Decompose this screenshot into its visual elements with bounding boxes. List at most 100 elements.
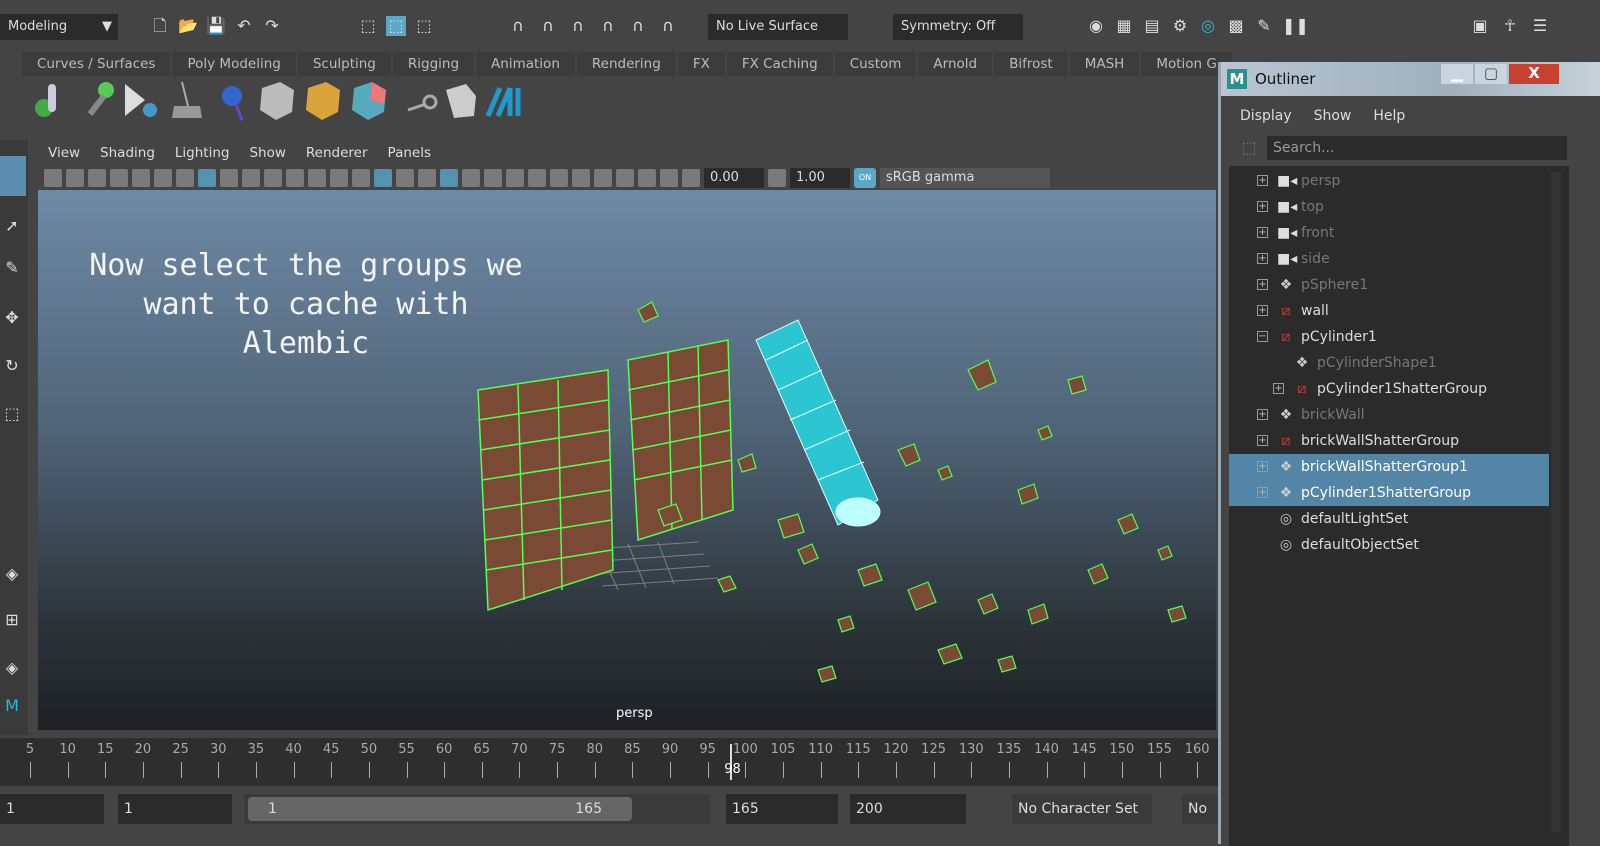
select-tool-icon[interactable] bbox=[0, 156, 26, 196]
wireframe-icon[interactable] bbox=[352, 169, 370, 187]
textured-icon[interactable] bbox=[440, 169, 458, 187]
exposure-field[interactable]: 0.00 bbox=[704, 168, 764, 188]
outliner-item[interactable]: + ❖ brickWall bbox=[1229, 402, 1549, 428]
character-set-dropdown[interactable]: No Character Set bbox=[1012, 794, 1152, 824]
shelf-tab[interactable]: Animation bbox=[476, 52, 575, 76]
gate-mask-icon[interactable] bbox=[264, 169, 282, 187]
snap-surface-icon[interactable]: ∩ bbox=[628, 16, 648, 36]
expand-icon[interactable]: + bbox=[1257, 461, 1268, 472]
open-scene-icon[interactable]: 📂 bbox=[178, 16, 198, 36]
outliner-item[interactable]: ◎ defaultLightSet bbox=[1229, 506, 1549, 532]
symmetry-dropdown[interactable]: Symmetry: Off bbox=[893, 14, 1023, 40]
select-component-icon[interactable]: ⬚ bbox=[414, 16, 434, 36]
viewport-persp[interactable]: Now select the groups we want to cache w… bbox=[38, 190, 1216, 730]
expand-icon[interactable]: + bbox=[1257, 201, 1268, 212]
key-icon[interactable] bbox=[407, 94, 438, 112]
new-scene-icon[interactable]: 🗋 bbox=[150, 16, 170, 36]
snap-view-icon[interactable]: ∩ bbox=[598, 16, 618, 36]
outliner-item[interactable]: ◎ defaultObjectSet bbox=[1229, 532, 1549, 558]
shelf-tab[interactable]: Sculpting bbox=[297, 52, 391, 76]
depth-of-field-icon[interactable] bbox=[572, 169, 590, 187]
character-controls-icon[interactable]: ☥ bbox=[1500, 16, 1520, 36]
expand-icon[interactable]: + bbox=[1257, 409, 1268, 420]
expand-icon[interactable]: + bbox=[1257, 435, 1268, 446]
filter-icon[interactable]: ⬚ bbox=[1239, 138, 1259, 158]
save-scene-icon[interactable]: 💾 bbox=[206, 16, 226, 36]
snap-edge-icon[interactable]: ∩ bbox=[658, 16, 678, 36]
shadows-icon[interactable] bbox=[484, 169, 502, 187]
expand-icon[interactable]: + bbox=[1257, 279, 1268, 290]
playback-start-field[interactable]: 1 bbox=[118, 794, 232, 824]
shelf-tab[interactable]: Custom bbox=[834, 52, 917, 76]
maximize-button[interactable]: ▢ bbox=[1475, 64, 1507, 84]
modeling-toolkit-icon[interactable]: ▣ bbox=[1470, 16, 1490, 36]
select-hierarchy-icon[interactable]: ⬚ bbox=[358, 16, 378, 36]
expand-icon[interactable]: + bbox=[1257, 253, 1268, 264]
close-button[interactable]: X bbox=[1509, 64, 1559, 84]
light-editor-icon[interactable]: ✎ bbox=[1254, 16, 1274, 36]
shelf-tab[interactable]: Poly Modeling bbox=[172, 52, 296, 76]
camera-icon[interactable] bbox=[44, 169, 62, 187]
color-space-dropdown[interactable]: sRGB gamma bbox=[880, 168, 1050, 188]
gamma-icon[interactable] bbox=[768, 169, 786, 187]
outliner-item[interactable]: − ⧄ pCylinder1 bbox=[1229, 324, 1549, 350]
spiky-ball-icon[interactable] bbox=[222, 86, 244, 121]
default-material-icon[interactable] bbox=[396, 169, 414, 187]
ipr-render-icon[interactable]: ▤ bbox=[1142, 16, 1162, 36]
color-management-toggle[interactable]: ON bbox=[854, 168, 876, 188]
render-view-icon[interactable]: ◉ bbox=[1086, 16, 1106, 36]
snap-point-icon[interactable]: ∩ bbox=[568, 16, 588, 36]
grid-icon[interactable] bbox=[198, 169, 216, 187]
menu-shading[interactable]: Shading bbox=[90, 140, 165, 166]
range-slider[interactable]: 1 165 bbox=[244, 794, 710, 824]
isolate-select-icon[interactable] bbox=[616, 169, 634, 187]
collapse-icon[interactable]: − bbox=[1257, 331, 1268, 342]
outliner-item[interactable]: ❖ pCylinderShape1 bbox=[1229, 350, 1549, 376]
outliner-search-input[interactable]: Search... bbox=[1267, 136, 1567, 160]
expand-icon[interactable]: + bbox=[1257, 227, 1268, 238]
shelf-tab[interactable]: FX Caching bbox=[726, 52, 833, 76]
expand-icon[interactable]: + bbox=[1257, 487, 1268, 498]
select-object-icon[interactable]: ⬚ bbox=[386, 16, 406, 36]
bookmark-icon[interactable] bbox=[110, 169, 128, 187]
shelf-tab[interactable]: Rendering bbox=[576, 52, 676, 76]
outliner-item[interactable]: + ⧄ pCylinder1ShatterGroup bbox=[1229, 376, 1549, 402]
outliner-item[interactable]: + ❖ pCylinder1ShatterGroup bbox=[1229, 480, 1549, 506]
time-slider[interactable]: 5 10 15 20 25 30 35 40 45 50 55 60 65 70 75 80 85 90 95 100… bbox=[0, 738, 1218, 786]
shelf-tab[interactable]: FX bbox=[677, 52, 725, 76]
lock-camera-icon[interactable] bbox=[66, 169, 84, 187]
rigid-body-icon[interactable] bbox=[87, 82, 114, 116]
layout-outliner-icon[interactable]: ◈ bbox=[2, 658, 22, 678]
undo-icon[interactable]: ↶ bbox=[234, 16, 254, 36]
menu-lighting[interactable]: Lighting bbox=[165, 140, 240, 166]
xray-icon[interactable] bbox=[638, 169, 656, 187]
layout-four-icon[interactable]: ⊞ bbox=[2, 610, 22, 630]
2d-pan-zoom-icon[interactable] bbox=[154, 169, 172, 187]
use-all-lights-icon[interactable] bbox=[462, 169, 480, 187]
range-slider-handle[interactable]: 1 165 bbox=[248, 797, 632, 821]
safe-action-icon[interactable] bbox=[308, 169, 326, 187]
attribute-editor-icon[interactable]: ☰ bbox=[1530, 16, 1550, 36]
minimize-button[interactable]: ▁ bbox=[1441, 64, 1473, 84]
anti-aliasing-icon[interactable] bbox=[550, 169, 568, 187]
mash-icon[interactable] bbox=[485, 87, 521, 117]
snap-curve-icon[interactable]: ∩ bbox=[538, 16, 558, 36]
outliner-item[interactable]: + ❖ brickWallShatterGroup1 bbox=[1229, 454, 1549, 480]
outliner-item[interactable]: + ⧄ brickWallShatterGroup bbox=[1229, 428, 1549, 454]
shelf-tab[interactable]: MASH bbox=[1069, 52, 1140, 76]
shelf-tab[interactable]: Rigging bbox=[392, 52, 475, 76]
menu-show[interactable]: Show bbox=[1303, 104, 1363, 128]
workspace-menu[interactable]: Modeling ▼ bbox=[0, 14, 118, 40]
render-settings-icon[interactable]: ⚙ bbox=[1170, 16, 1190, 36]
rock-icon[interactable] bbox=[446, 84, 476, 118]
shatter-gold-icon[interactable] bbox=[306, 82, 340, 120]
menu-display[interactable]: Display bbox=[1229, 104, 1303, 128]
outliner-item[interactable]: + ■◂ front bbox=[1229, 220, 1549, 246]
menu-panels[interactable]: Panels bbox=[378, 140, 441, 166]
menu-view[interactable]: View bbox=[38, 140, 90, 166]
playback-end-field[interactable]: 165 bbox=[726, 794, 838, 824]
expand-icon[interactable]: + bbox=[1273, 383, 1284, 394]
live-surface-field[interactable]: No Live Surface bbox=[708, 14, 848, 40]
menu-renderer[interactable]: Renderer bbox=[296, 140, 378, 166]
image-plane-icon[interactable] bbox=[132, 169, 150, 187]
